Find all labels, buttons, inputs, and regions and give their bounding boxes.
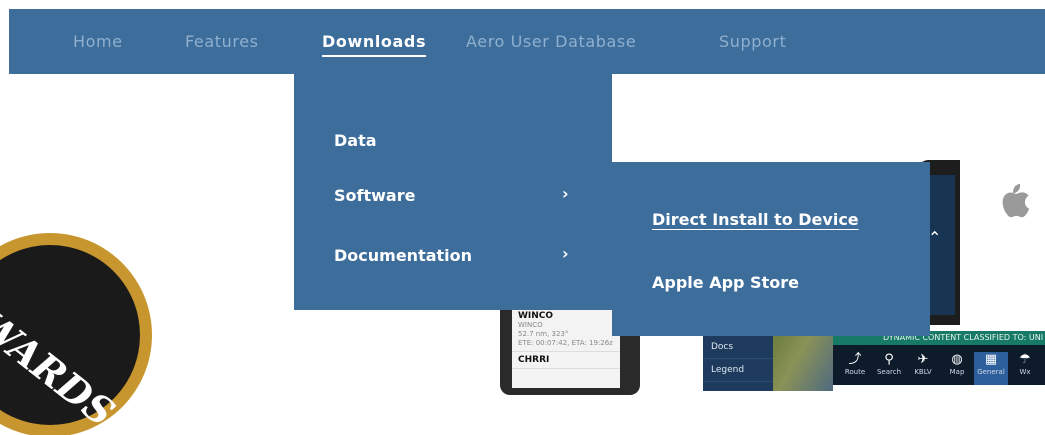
list-item: WINCO WINCO 52.7 nm, 323° ETE: 00:07:42,… [512, 308, 620, 352]
phone-waypoint-list: WINCO WINCO 52.7 nm, 323° ETE: 00:07:42,… [512, 308, 620, 388]
menu-item-documentation[interactable]: Documentation [334, 246, 472, 265]
globe-icon: ◍ [951, 352, 963, 367]
side-item-docs: Docs [703, 336, 773, 359]
menu-item-software[interactable]: Software [334, 186, 415, 205]
tab-map: ◍ Map [940, 352, 974, 376]
book-icon: ▦ [984, 352, 998, 367]
software-submenu: Direct Install to Device Apple App Store [612, 162, 930, 336]
nav-downloads[interactable]: Downloads [322, 32, 427, 57]
airplane-icon: ✈ [917, 352, 929, 367]
downloads-dropdown-menu: Data Software › Documentation › [294, 74, 612, 310]
search-icon: ⚲ [884, 352, 894, 367]
menu-item-direct-install[interactable]: Direct Install to Device [652, 210, 859, 229]
menu-item-data[interactable]: Data [334, 131, 377, 150]
nav-support[interactable]: Support [719, 32, 786, 51]
weather-icon: ☂ [1019, 352, 1031, 367]
nav-features[interactable]: Features [185, 32, 259, 51]
tab-wx: ☂ Wx [1008, 352, 1042, 376]
tab-search: ⚲ Search [872, 352, 906, 376]
phone-side-menu: Docs Legend [703, 336, 773, 391]
chevron-up-icon: ⌃ [928, 228, 942, 247]
list-item: CHRRI [512, 352, 620, 369]
chevron-right-icon: › [562, 244, 569, 263]
tab-general: ▦ General [974, 352, 1008, 385]
app-tab-bar: ⤴ Route ⚲ Search ✈ KBLV ◍ Map ▦ General ☂ Wx [838, 352, 1045, 385]
nav-aero-user-database[interactable]: Aero User Database [466, 32, 636, 51]
map-image [773, 336, 833, 391]
menu-item-apple-app-store[interactable]: Apple App Store [652, 273, 799, 292]
route-icon: ⤴ [848, 352, 862, 367]
chevron-right-icon: › [562, 184, 569, 203]
tab-route: ⤴ Route [838, 352, 872, 376]
tab-kblv: ✈ KBLV [906, 352, 940, 376]
nav-home[interactable]: Home [73, 32, 123, 51]
top-nav-bar: Home Features Downloads Aero User Databa… [9, 9, 1045, 74]
side-item-legend: Legend [703, 359, 773, 382]
apple-logo-icon [996, 180, 1032, 218]
